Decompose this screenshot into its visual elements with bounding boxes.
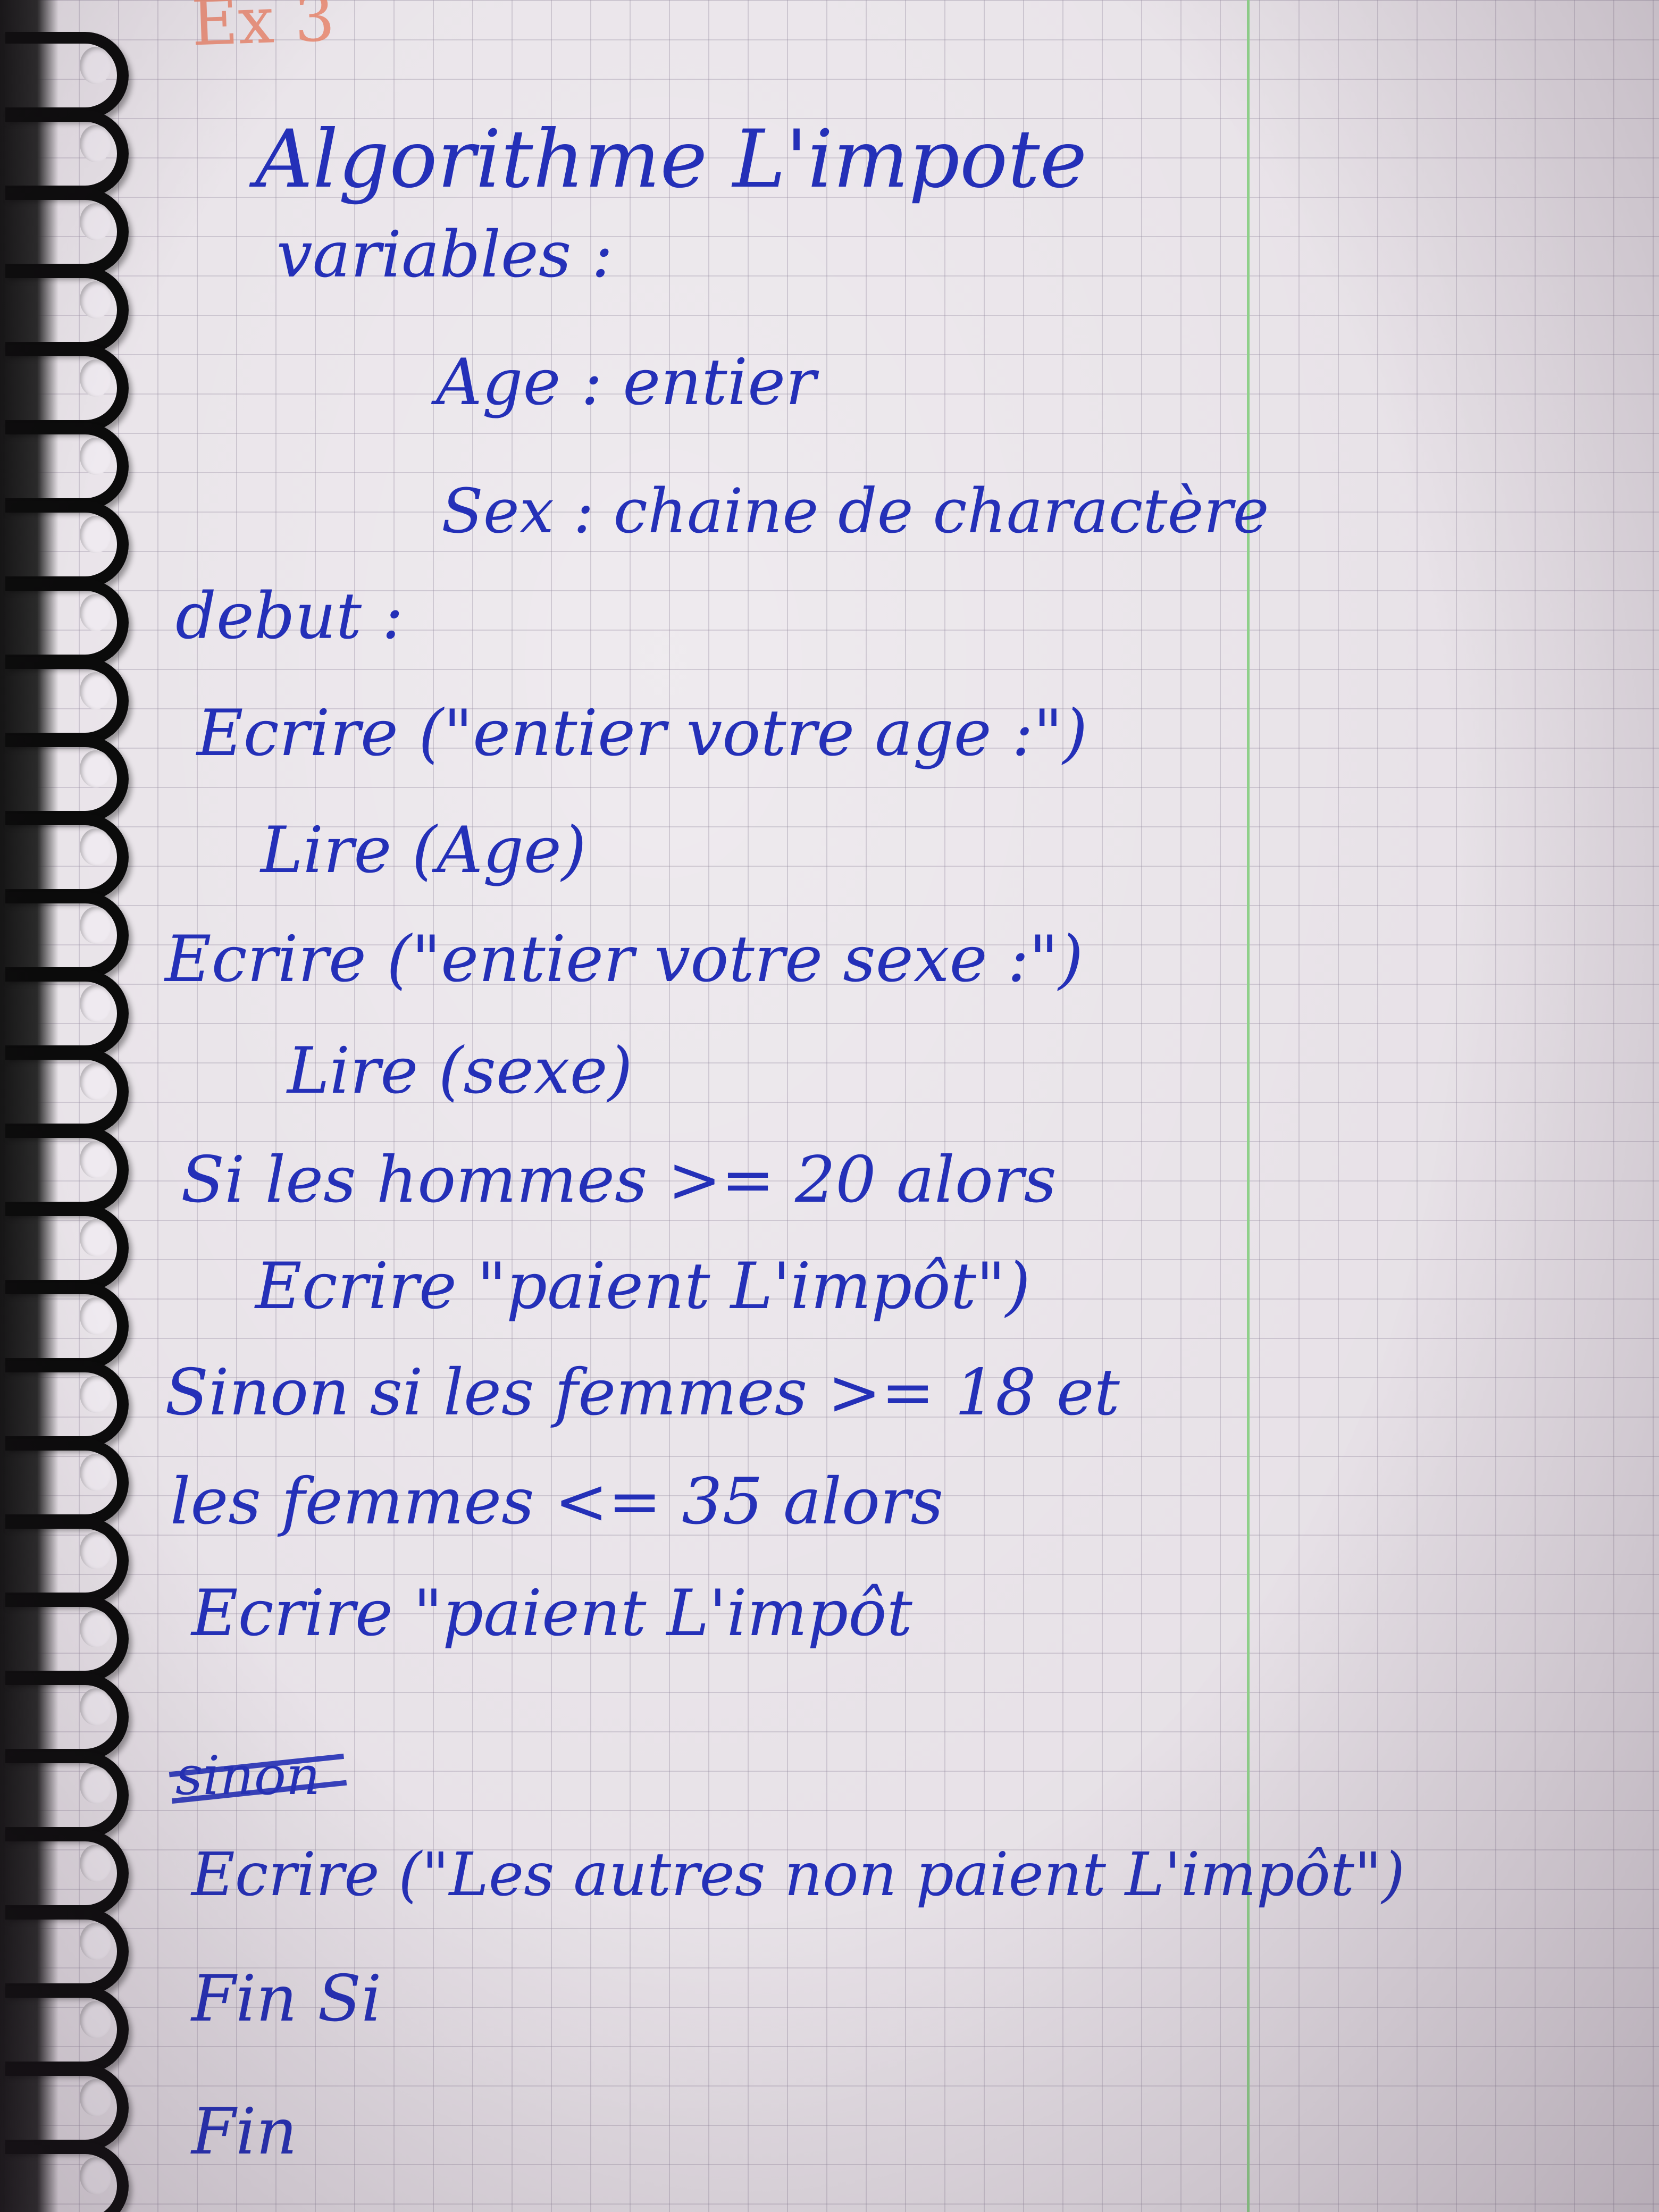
binding-ring [5, 1752, 129, 1839]
binding-ring [5, 1517, 129, 1604]
binding-ring [5, 1126, 129, 1213]
binding-ring [5, 579, 129, 666]
punch-hole [80, 1297, 112, 1335]
punch-hole [80, 125, 112, 162]
binding-ring [5, 1830, 129, 1917]
women-age-upper-bound: les femmes <= 35 alors [170, 1465, 944, 1539]
end-keyword: Fin [191, 2095, 297, 2169]
punch-hole [80, 1219, 112, 1256]
punch-hole [80, 438, 112, 475]
binding-ring [5, 423, 129, 510]
variable-age-declaration: Age : entier [436, 346, 816, 420]
punch-hole [80, 1845, 112, 1882]
algorithm-title: Algorithme L'impote [255, 113, 1087, 206]
read-sex: Lire (sexe) [287, 1034, 633, 1108]
punch-hole [80, 1610, 112, 1647]
binding-ring [5, 1908, 129, 1995]
punch-hole [80, 594, 112, 631]
binding-ring [5, 814, 129, 901]
punch-hole [80, 1532, 112, 1569]
binding-ring [5, 1204, 129, 1292]
punch-hole [80, 672, 112, 709]
binding-ring [5, 735, 129, 823]
write-women-pay-tax: Ecrire "paient L'impôt [191, 1577, 912, 1650]
punch-hole [80, 1454, 112, 1491]
binding-ring [5, 1595, 129, 1682]
write-men-pay-tax: Ecrire "paient L'impôt") [255, 1250, 1030, 1323]
binding-ring [5, 2064, 129, 2151]
binding-ring [5, 1283, 129, 1370]
punch-hole [80, 1923, 112, 1960]
binding-ring [5, 110, 129, 197]
punch-hole [80, 1688, 112, 1725]
else-if-women-condition: Sinon si les femmes >= 18 et [165, 1356, 1120, 1430]
punch-hole [80, 516, 112, 553]
write-age-prompt: Ecrire ("entier votre age :") [197, 697, 1088, 770]
punch-hole [80, 2001, 112, 2038]
if-men-condition: Si les hommes >= 20 alors [181, 1143, 1057, 1217]
binding-ring [5, 266, 129, 354]
binding-ring [5, 32, 129, 119]
binding-ring [5, 501, 129, 588]
end-if-keyword: Fin Si [191, 1962, 382, 2036]
debut-keyword: debut : [175, 580, 404, 653]
punch-hole [80, 1766, 112, 1804]
punch-hole [80, 985, 112, 1022]
binding-ring [5, 657, 129, 744]
punch-hole [80, 359, 112, 397]
punch-hole [80, 1141, 112, 1178]
punch-hole [80, 907, 112, 944]
punch-hole [80, 203, 112, 240]
read-age: Lire (Age) [261, 814, 586, 887]
punch-hole [80, 828, 112, 866]
binding-ring [5, 1439, 129, 1526]
punch-hole [80, 281, 112, 319]
variables-heading: variables : [276, 218, 613, 292]
binding-ring [5, 345, 129, 432]
write-sex-prompt: Ecrire ("entier votre sexe :") [165, 923, 1084, 996]
variable-sex-declaration: Sex : chaine de charactère [441, 476, 1269, 547]
binding-ring [5, 892, 129, 979]
punch-hole [80, 1063, 112, 1100]
spiral-binding [0, 0, 138, 2212]
binding-ring [5, 188, 129, 275]
binding-ring [5, 1673, 129, 1761]
punch-hole [80, 2157, 112, 2194]
binding-ring [5, 1361, 129, 1448]
write-others-no-tax: Ecrire ("Les autres non paient L'impôt") [191, 1840, 1405, 1909]
exercise-label: Ex 3 [190, 0, 337, 61]
punch-hole [80, 1376, 112, 1413]
binding-ring [5, 1048, 129, 1135]
punch-hole [80, 47, 112, 84]
binding-ring [5, 970, 129, 1057]
punch-hole [80, 750, 112, 787]
notebook-page: Ex 3 Algorithme L'impote variables : Age… [0, 0, 1659, 2212]
punch-hole [80, 2079, 112, 2116]
binding-ring [5, 1986, 129, 2073]
